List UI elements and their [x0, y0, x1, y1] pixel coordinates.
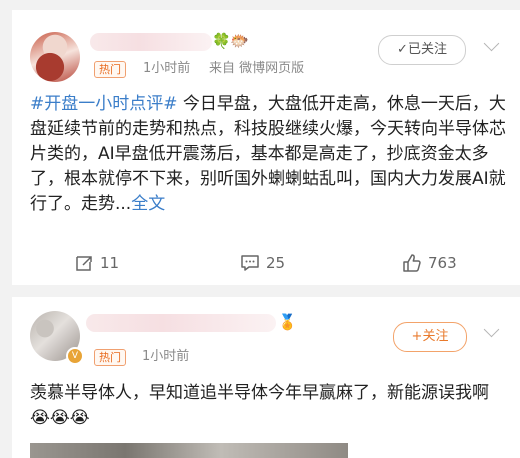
hot-tag: 热门: [94, 349, 126, 366]
comment-button[interactable]: 25: [240, 253, 285, 273]
comment-count: 25: [266, 254, 286, 272]
check-icon: ✓: [397, 42, 408, 57]
repost-count: 11: [100, 254, 120, 272]
chevron-down-icon[interactable]: [483, 321, 500, 338]
post-text: #开盘一小时点评# 今日早盘，大盘低开走高，休息一天后，大盘延续节前的走势和热点…: [30, 92, 508, 217]
followed-button[interactable]: ✓已关注: [378, 35, 466, 65]
post-time: 1小时前: [143, 61, 191, 76]
post-card: 🍀 🐡 热门 1小时前 来自 微博网页版 ✓已关注 #开盘一小时点评# 今日早盘…: [12, 10, 520, 285]
topic-link[interactable]: #开盘一小时点评#: [30, 94, 178, 114]
chevron-down-icon[interactable]: [483, 35, 500, 52]
comment-icon: [241, 255, 259, 271]
like-button[interactable]: 763: [402, 253, 457, 273]
thumbs-up-icon: [403, 254, 421, 272]
avatar[interactable]: [30, 32, 80, 82]
post-time: 1小时前: [142, 349, 190, 364]
username[interactable]: [90, 33, 212, 51]
verified-badge-icon: V: [66, 347, 84, 365]
post-source: 来自 微博网页版: [209, 61, 305, 76]
clover-icon: 🍀: [212, 32, 231, 50]
hot-tag: 热门: [94, 61, 126, 78]
username[interactable]: [86, 314, 276, 332]
fish-icon: 🐡: [230, 32, 249, 50]
medal-icon: 🏅: [278, 313, 297, 331]
repost-button[interactable]: 11: [74, 253, 119, 273]
follow-button[interactable]: +关注: [393, 322, 467, 352]
full-text-link[interactable]: 全文: [131, 194, 165, 214]
post-text: 羡慕半导体人，早知道追半导体今年早赢麻了，新能源误我啊😭😭😭: [30, 383, 489, 428]
post-card: V 🏅 热门 1小时前 +关注 羡慕半导体人，早知道追半导体今年早赢麻了，新能源…: [12, 297, 520, 458]
like-count: 763: [428, 254, 457, 272]
repost-icon: [76, 256, 92, 271]
post-image[interactable]: [30, 443, 348, 458]
